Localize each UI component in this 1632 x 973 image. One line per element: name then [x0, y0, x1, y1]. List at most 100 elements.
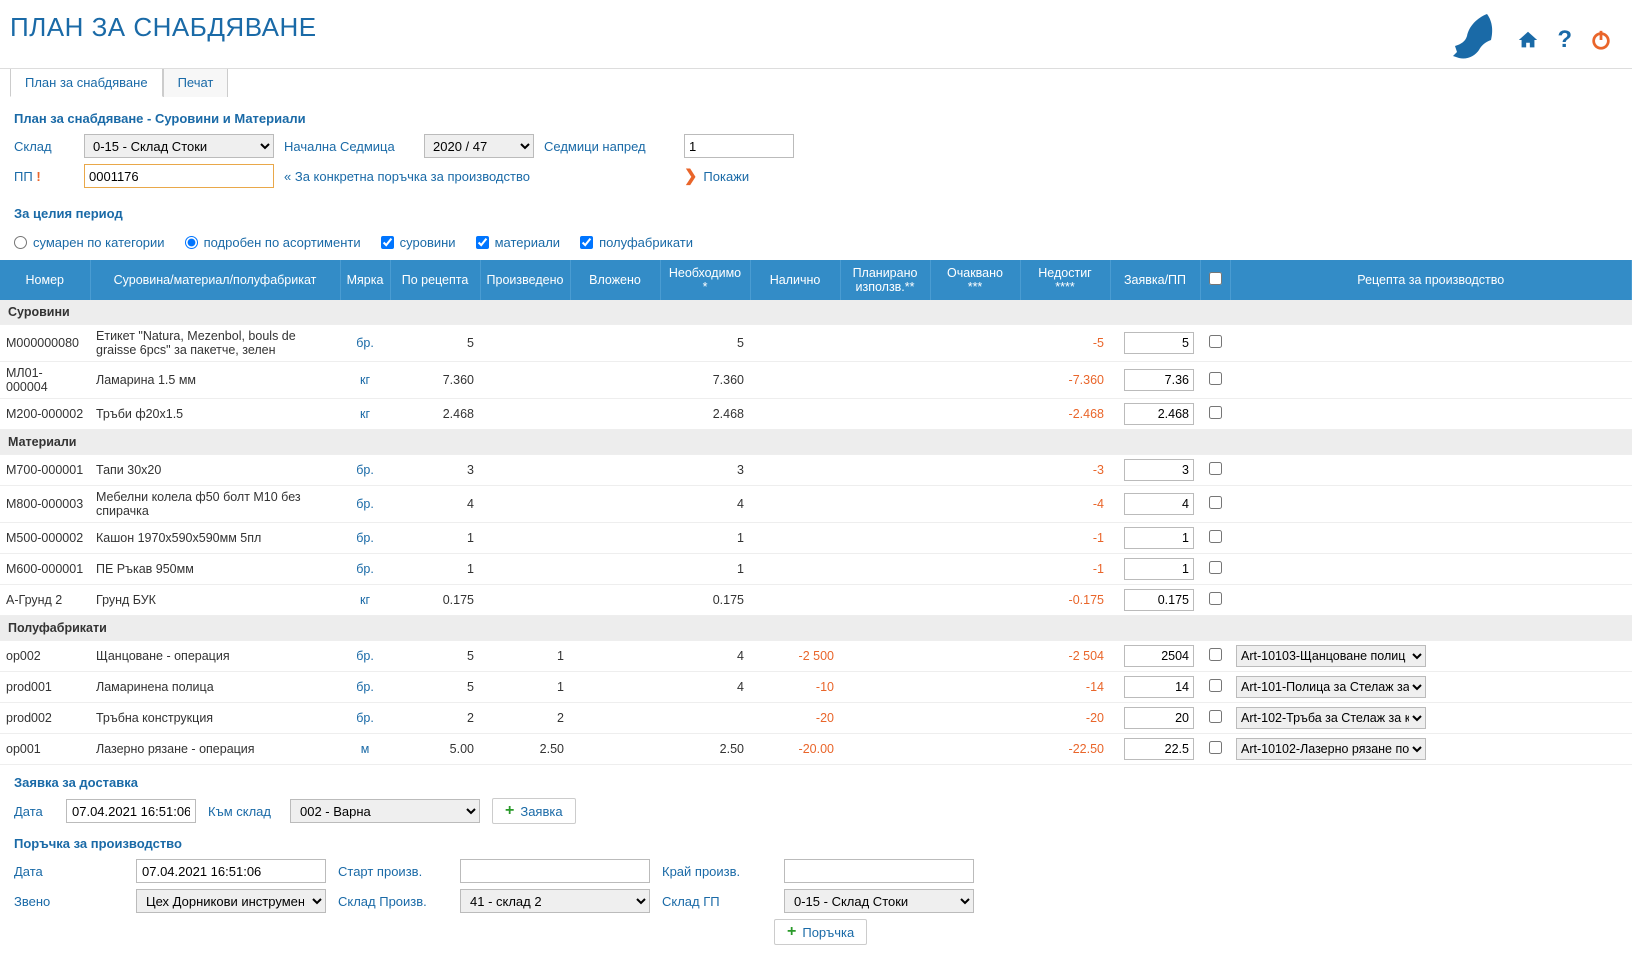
uom-cell[interactable]: бр.	[340, 486, 390, 523]
prod-start-input[interactable]	[460, 859, 650, 883]
power-icon[interactable]	[1590, 29, 1612, 51]
prod-end-input[interactable]	[784, 859, 974, 883]
prod-date-input[interactable]	[136, 859, 326, 883]
prod-end-label: Край произв.	[662, 864, 772, 879]
needed-cell: 2.50	[660, 734, 750, 765]
row-checkbox[interactable]	[1209, 462, 1222, 475]
prod-gpwh-label: Склад ГП	[662, 894, 772, 909]
uom-cell[interactable]: м	[340, 734, 390, 765]
uom-cell[interactable]: кг	[340, 585, 390, 616]
logo-bird-icon	[1447, 12, 1499, 68]
prod-date-label: Дата	[14, 864, 124, 879]
warehouse-select[interactable]: 0-15 - Склад Стоки	[84, 134, 274, 158]
recipe-select-cell	[1230, 325, 1632, 362]
uom-cell[interactable]: бр.	[340, 523, 390, 554]
row-checkbox[interactable]	[1209, 406, 1222, 419]
delivery-towh-select[interactable]: 002 - Варна	[290, 799, 480, 823]
used-cell	[570, 362, 660, 399]
weeksahead-input[interactable]	[684, 134, 794, 158]
prod-unit-select[interactable]: Цех Дорникови инструменти	[136, 889, 326, 913]
recipe-select[interactable]: Art-102-Тръба за Стелаж за к	[1236, 707, 1426, 729]
recipe-select-cell: Art-102-Тръба за Стелаж за к	[1230, 703, 1632, 734]
produced-cell	[480, 554, 570, 585]
order-input[interactable]	[1124, 527, 1194, 549]
order-cell	[1110, 554, 1200, 585]
needed-cell: 4	[660, 486, 750, 523]
order-input[interactable]	[1124, 369, 1194, 391]
prod-gpwh-select[interactable]: 0-15 - Склад Стоки	[784, 889, 974, 913]
select-all-checkbox[interactable]	[1209, 272, 1222, 285]
startweek-select[interactable]: 2020 / 47	[424, 134, 534, 158]
row-checkbox[interactable]	[1209, 335, 1222, 348]
needed-cell: 1	[660, 554, 750, 585]
row-checkbox[interactable]	[1209, 496, 1222, 509]
row-checkbox[interactable]	[1209, 741, 1222, 754]
prod-pwh-select[interactable]: 41 - склад 2	[460, 889, 650, 913]
uom-cell[interactable]: бр.	[340, 325, 390, 362]
opt-semi[interactable]: полуфабрикати	[580, 235, 693, 250]
row-checkbox[interactable]	[1209, 710, 1222, 723]
group-header: Суровини	[0, 300, 1632, 325]
production-order-button[interactable]: +Поръчка	[774, 919, 867, 945]
planned-cell	[840, 523, 930, 554]
code-cell: М200-000002	[0, 399, 90, 430]
shortage-cell: -20	[1020, 703, 1110, 734]
opt-materials[interactable]: материали	[476, 235, 561, 250]
order-input[interactable]	[1124, 558, 1194, 580]
order-input[interactable]	[1124, 459, 1194, 481]
order-input[interactable]	[1124, 707, 1194, 729]
row-checkbox[interactable]	[1209, 561, 1222, 574]
shortage-cell: -5	[1020, 325, 1110, 362]
weeksahead-label: Седмици напред	[544, 139, 674, 154]
order-input[interactable]	[1124, 738, 1194, 760]
expected-cell	[930, 486, 1020, 523]
uom-cell[interactable]: кг	[340, 362, 390, 399]
order-input[interactable]	[1124, 403, 1194, 425]
recipe-select[interactable]: Art-101-Полица за Стелаж за	[1236, 676, 1426, 698]
uom-cell[interactable]: кг	[340, 399, 390, 430]
produced-cell	[480, 486, 570, 523]
check-cell	[1200, 399, 1230, 430]
recipe-select-cell	[1230, 362, 1632, 399]
plus-icon: +	[787, 923, 796, 941]
row-checkbox[interactable]	[1209, 372, 1222, 385]
opt-summary[interactable]: сумарен по категории	[14, 235, 165, 250]
uom-cell[interactable]: бр.	[340, 455, 390, 486]
row-checkbox[interactable]	[1209, 530, 1222, 543]
uom-cell[interactable]: бр.	[340, 641, 390, 672]
order-input[interactable]	[1124, 493, 1194, 515]
help-icon[interactable]: ?	[1557, 26, 1572, 54]
order-input[interactable]	[1124, 332, 1194, 354]
uom-cell[interactable]: бр.	[340, 703, 390, 734]
home-icon[interactable]	[1517, 29, 1539, 51]
order-input[interactable]	[1124, 676, 1194, 698]
delivery-request-button[interactable]: +Заявка	[492, 798, 576, 824]
shortage-cell: -4	[1020, 486, 1110, 523]
code-cell: М600-000001	[0, 554, 90, 585]
uom-cell[interactable]: бр.	[340, 554, 390, 585]
show-button[interactable]: ❯ Покажи	[684, 166, 794, 186]
opt-raw[interactable]: суровини	[381, 235, 456, 250]
order-input[interactable]	[1124, 589, 1194, 611]
row-checkbox[interactable]	[1209, 592, 1222, 605]
recipe-select[interactable]: Art-10103-Щанцоване полиц	[1236, 645, 1426, 667]
code-cell: prod001	[0, 672, 90, 703]
code-cell: М700-000001	[0, 455, 90, 486]
startweek-label: Начална Седмица	[284, 139, 414, 154]
order-input[interactable]	[1124, 645, 1194, 667]
stock-cell	[750, 554, 840, 585]
opt-detailed[interactable]: подробен по асортименти	[185, 235, 361, 250]
code-cell: М800-000003	[0, 486, 90, 523]
table-row: op001Лазерно рязане - операциям5.002.502…	[0, 734, 1632, 765]
planned-cell	[840, 399, 930, 430]
expected-cell	[930, 641, 1020, 672]
pp-input[interactable]	[84, 164, 274, 188]
delivery-date-input[interactable]	[66, 799, 196, 823]
row-checkbox[interactable]	[1209, 679, 1222, 692]
tab-supply-plan[interactable]: План за снабдяване	[10, 68, 163, 97]
uom-cell[interactable]: бр.	[340, 672, 390, 703]
recipe-select-cell	[1230, 455, 1632, 486]
recipe-select[interactable]: Art-10102-Лазерно рязане по	[1236, 738, 1426, 760]
tab-print[interactable]: Печат	[163, 68, 229, 97]
row-checkbox[interactable]	[1209, 648, 1222, 661]
